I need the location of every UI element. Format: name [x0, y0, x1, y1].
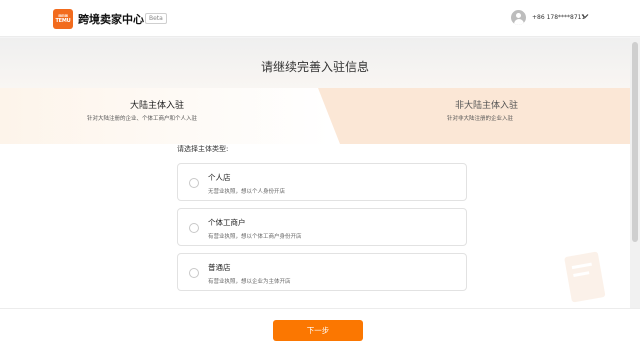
- brand-title[interactable]: 跨境卖家中心: [78, 11, 144, 27]
- entity-type-label: 请选择主体类型:: [177, 145, 229, 153]
- beta-badge: Beta: [145, 13, 167, 24]
- logo-text: TEMU: [55, 18, 71, 24]
- heading-band: 请继续完善入驻信息: [0, 38, 630, 88]
- option-subtitle: 有营业执照，想以企业为主体开店: [208, 279, 291, 285]
- user-avatar-icon[interactable]: [511, 10, 526, 25]
- option-subtitle: 有营业执照，想以个体工商户身份开店: [208, 234, 302, 240]
- option-individual-business[interactable]: 个体工商户 有营业执照，想以个体工商户身份开店: [177, 208, 467, 246]
- option-title: 普通店: [208, 263, 231, 272]
- chevron-down-icon[interactable]: [581, 12, 589, 22]
- tab-mainland[interactable]: 大陆主体入驻 针对大陆注册的企业、个体工商户和个人入驻: [0, 88, 330, 144]
- option-regular-store[interactable]: 普通店 有营业执照，想以企业为主体开店: [177, 253, 467, 291]
- scrollbar-thumb[interactable]: [632, 42, 638, 242]
- tab-mainland-title: 大陆主体入驻: [130, 101, 185, 111]
- next-step-button[interactable]: 下一步: [273, 320, 363, 341]
- temu-logo-icon[interactable]: ⊞⊟⊞ TEMU: [53, 9, 73, 29]
- footer-bar: 下一步: [0, 308, 640, 353]
- option-title: 个人店: [208, 173, 231, 182]
- tab-mainland-subtitle: 针对大陆注册的企业、个体工商户和个人入驻: [87, 116, 198, 122]
- account-phone[interactable]: +86 178****8711: [532, 14, 585, 21]
- radio-unchecked-icon[interactable]: [189, 268, 199, 278]
- document-decoration-icon: [564, 251, 606, 303]
- scrollbar[interactable]: [630, 38, 640, 308]
- page-title: 请继续完善入驻信息: [260, 60, 369, 74]
- radio-unchecked-icon[interactable]: [189, 178, 199, 188]
- tab-non-mainland-subtitle: 针对非大陆注册的企业入驻: [447, 116, 514, 122]
- tab-non-mainland[interactable]: 非大陆主体入驻 针对非大陆注册的企业入驻: [318, 88, 630, 144]
- option-title: 个体工商户: [208, 218, 246, 227]
- radio-unchecked-icon[interactable]: [189, 223, 199, 233]
- tab-non-mainland-title: 非大陆主体入驻: [455, 101, 519, 111]
- option-individual-store[interactable]: 个人店 无营业执照，想以个人身份开店: [177, 163, 467, 201]
- top-bar: ⊞⊟⊞ TEMU 跨境卖家中心 Beta +86 178****8711: [0, 0, 640, 37]
- option-subtitle: 无营业执照，想以个人身份开店: [208, 189, 286, 195]
